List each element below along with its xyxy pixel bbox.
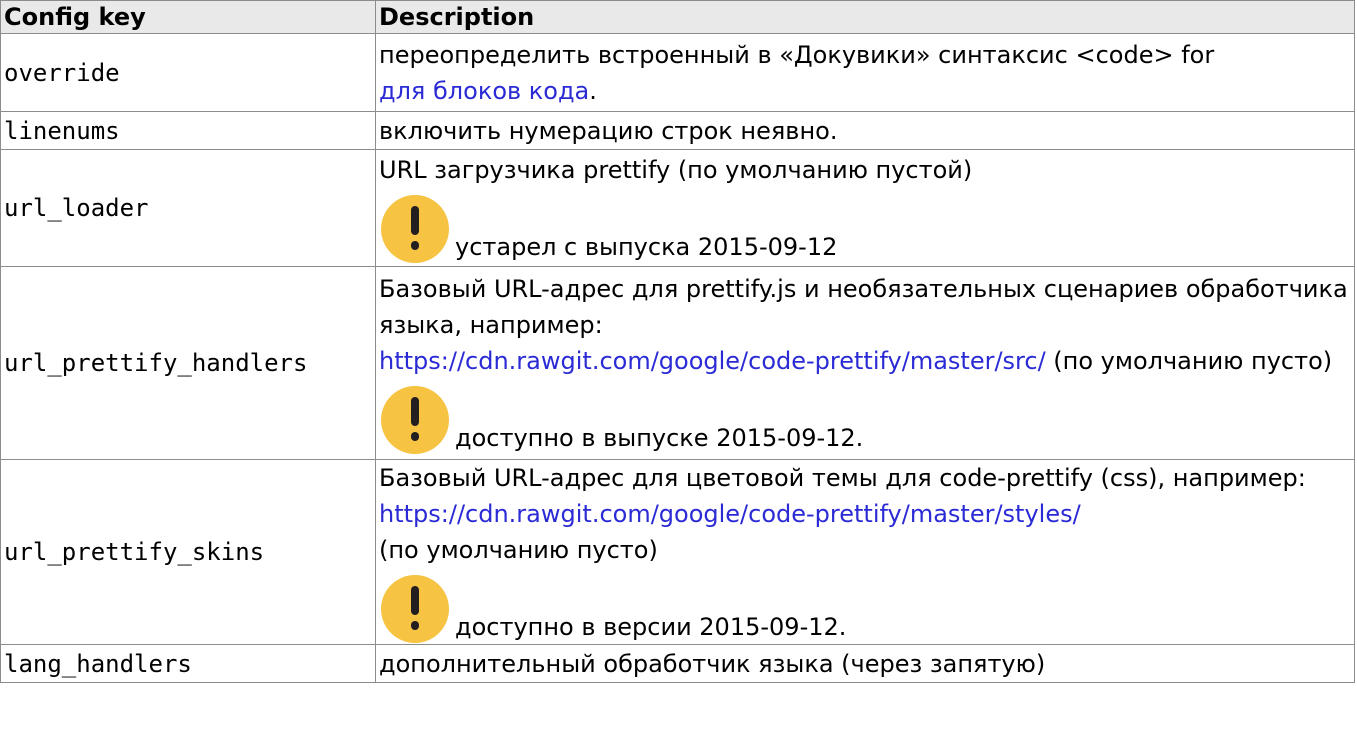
config-key: lang_handlers	[0, 644, 376, 683]
table-row: url_prettify_handlers Базовый URL-адрес …	[0, 266, 1355, 460]
description-cell: переопределить встроенный в «Докувики» с…	[375, 33, 1355, 112]
exclamation-warning-icon	[381, 575, 449, 643]
config-key: override	[0, 33, 376, 112]
config-key: linenums	[0, 111, 376, 150]
description-text: включить нумерацию строк неявно.	[375, 111, 1355, 150]
description-text: Базовый URL-адрес для цветовой темы для …	[379, 464, 1306, 492]
warning-note: доступно в версии 2015-09-12.	[379, 568, 1351, 644]
description-text-after: (по умолчанию пусто)	[1045, 347, 1333, 375]
table-row: override переопределить встроенный в «До…	[0, 33, 1355, 112]
table-row: url_loader URL загрузчика prettify (по у…	[0, 149, 1355, 267]
warning-note: доступно в выпуске 2015-09-12.	[379, 379, 1351, 455]
table-row: lang_handlers дополнительный обработчик …	[0, 644, 1355, 683]
description-text-after: (по умолчанию пусто)	[379, 536, 658, 564]
exclamation-warning-icon	[381, 386, 449, 454]
header-description: Description	[375, 0, 1355, 34]
note-text: доступно в выпуске 2015-09-12.	[455, 424, 864, 452]
note-text: устарел с выпуска 2015-09-12	[455, 233, 838, 261]
description-text: Базовый URL-адрес для prettify.js и необ…	[379, 275, 1348, 339]
description-text: URL загрузчика prettify (по умолчанию пу…	[379, 156, 973, 184]
description-cell: Базовый URL-адрес для prettify.js и необ…	[375, 266, 1355, 460]
prettify-src-link[interactable]: https://cdn.rawgit.com/google/code-prett…	[379, 347, 1046, 375]
header-config-key: Config key	[0, 0, 376, 34]
note-text: доступно в версии 2015-09-12.	[455, 613, 847, 641]
config-key: url_prettify_skins	[0, 459, 376, 645]
config-key: url_loader	[0, 149, 376, 267]
description-text-after: .	[589, 76, 597, 105]
exclamation-warning-icon	[381, 195, 449, 263]
table-row: linenums включить нумерацию строк неявно…	[0, 111, 1355, 150]
description-cell: Базовый URL-адрес для цветовой темы для …	[375, 459, 1355, 645]
config-key: url_prettify_handlers	[0, 266, 376, 460]
header-row: Config key Description	[0, 0, 1355, 34]
description-text: дополнительный обработчик языка (через з…	[375, 644, 1355, 683]
code-blocks-link[interactable]: для блоков кода	[379, 77, 589, 105]
prettify-styles-link[interactable]: https://cdn.rawgit.com/google/code-prett…	[379, 500, 1081, 528]
config-table: Config key Description override переопре…	[0, 0, 1355, 683]
table-row: url_prettify_skins Базовый URL-адрес для…	[0, 459, 1355, 645]
warning-note: устарел с выпуска 2015-09-12	[379, 188, 1351, 264]
description-cell: URL загрузчика prettify (по умолчанию пу…	[375, 149, 1355, 267]
description-text: переопределить встроенный в «Докувики» с…	[379, 40, 1215, 69]
